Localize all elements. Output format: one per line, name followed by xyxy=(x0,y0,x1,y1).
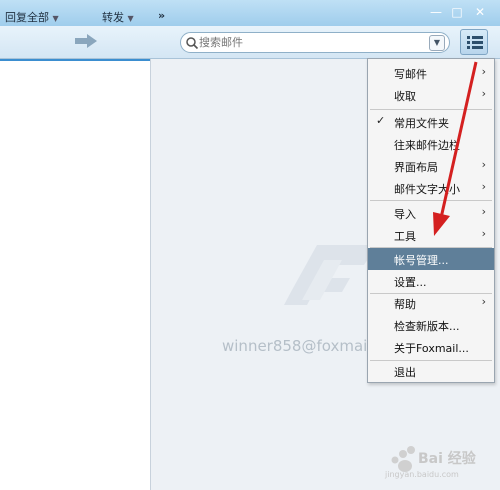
menu-separator xyxy=(370,109,492,110)
menu-item-settings[interactable]: 设置... xyxy=(368,270,494,292)
menu-item-label: 收取 xyxy=(394,90,416,103)
main-menu-button[interactable] xyxy=(460,29,488,55)
chevron-right-icon: › xyxy=(481,205,486,218)
menu-item-contacts-sidebar[interactable]: 往来邮件边栏 xyxy=(368,133,494,155)
menu-item-label: 帐号管理... xyxy=(394,254,449,267)
minimize-button[interactable]: — xyxy=(428,5,444,19)
watermark-url: jingyan.baidu.com xyxy=(385,470,459,479)
title-bar xyxy=(0,0,500,26)
chevron-right-icon: › xyxy=(481,295,486,308)
maximize-button[interactable]: □ xyxy=(449,5,465,19)
search-box[interactable]: ▼ xyxy=(180,32,450,53)
watermark-text: Bai 经验 xyxy=(418,451,476,467)
foxmail-logo-icon xyxy=(284,245,377,305)
search-options-chevron-icon[interactable]: ▼ xyxy=(429,35,445,51)
menu-item-label: 写邮件 xyxy=(394,68,427,81)
chevron-right-icon: › xyxy=(481,87,486,100)
chevron-right-icon: › xyxy=(481,65,486,78)
menu-item-exit[interactable]: 退出 xyxy=(368,360,494,382)
checkmark-icon: ✓ xyxy=(376,114,386,127)
chevron-down-icon[interactable]: ▼ xyxy=(128,14,134,23)
menu-item-import[interactable]: 导入 › xyxy=(368,202,494,224)
menu-item-label: 退出 xyxy=(394,366,416,379)
menu-item-label: 关于Foxmail... xyxy=(394,342,469,355)
chevron-right-icon: › xyxy=(481,180,486,193)
menu-separator xyxy=(370,200,492,201)
reply-all-button[interactable]: 回复全部 ▼ xyxy=(5,9,59,25)
menu-item-label: 导入 xyxy=(394,208,416,221)
search-input[interactable] xyxy=(199,35,419,50)
menu-item-common-folders[interactable]: ✓ 常用文件夹 xyxy=(368,111,494,133)
chevron-right-icon: › xyxy=(481,227,486,240)
menu-item-layout[interactable]: 界面布局 › xyxy=(368,155,494,177)
menu-item-label: 界面布局 xyxy=(394,161,438,174)
menu-item-label: 邮件文字大小 xyxy=(394,183,460,196)
menu-item-label: 帮助 xyxy=(394,298,416,311)
menu-item-compose[interactable]: 写邮件 › xyxy=(368,62,494,84)
hamburger-list-icon xyxy=(467,36,483,49)
forward-arrow-icon[interactable] xyxy=(74,34,98,48)
panel-accent-line xyxy=(0,59,150,61)
menu-item-tools[interactable]: 工具 › xyxy=(368,224,494,246)
mail-list-panel[interactable] xyxy=(0,59,151,490)
menu-item-label: 设置... xyxy=(394,276,427,289)
menu-item-font-size[interactable]: 邮件文字大小 › xyxy=(368,177,494,199)
chevron-down-icon[interactable]: ▼ xyxy=(53,14,59,23)
more-toolbar-button[interactable]: » xyxy=(158,9,165,22)
menu-item-label: 检查新版本... xyxy=(394,320,460,333)
menu-item-about[interactable]: 关于Foxmail... xyxy=(368,336,494,358)
close-window-button[interactable]: ✕ xyxy=(472,5,488,19)
menu-item-label: 工具 xyxy=(394,230,416,243)
chevron-right-icon: › xyxy=(481,158,486,171)
menu-item-label: 往来邮件边栏 xyxy=(394,139,460,152)
search-icon xyxy=(186,37,199,50)
menu-item-account-management[interactable]: 帐号管理... xyxy=(368,248,494,270)
forward-button[interactable]: 转发 ▼ xyxy=(102,9,134,25)
reply-all-label: 回复全部 xyxy=(5,11,49,24)
main-dropdown-menu: 写邮件 › 收取 › ✓ 常用文件夹 往来邮件边栏 界面布局 › 邮件文字大小 … xyxy=(367,58,495,383)
menu-item-check-update[interactable]: 检查新版本... xyxy=(368,314,494,336)
menu-item-label: 常用文件夹 xyxy=(394,117,449,130)
forward-label: 转发 xyxy=(102,11,124,24)
menu-item-receive[interactable]: 收取 › xyxy=(368,84,494,106)
menu-item-help[interactable]: 帮助 › xyxy=(368,292,494,314)
